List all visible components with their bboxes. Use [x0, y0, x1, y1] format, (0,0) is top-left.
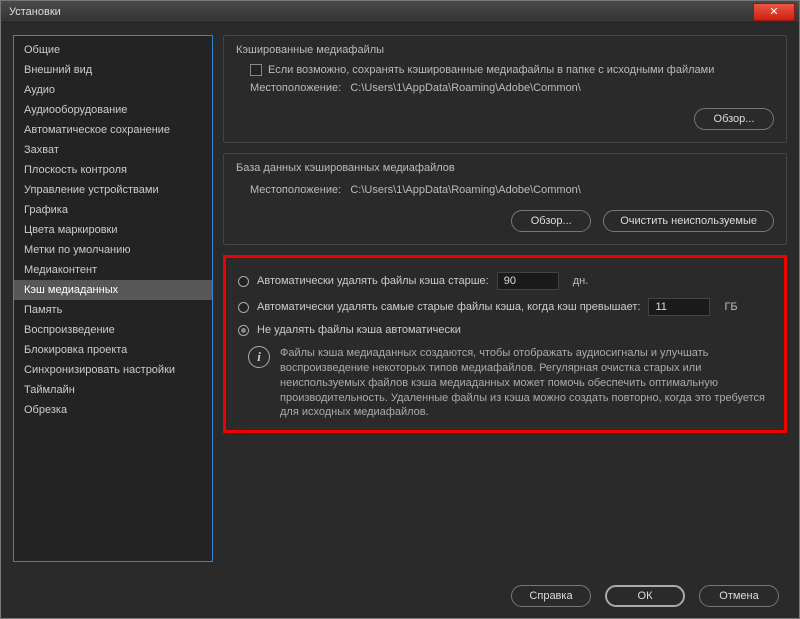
cached-browse-button[interactable]: Обзор... — [694, 108, 774, 130]
do-not-delete-label: Не удалять файлы кэша автоматически — [257, 324, 461, 336]
save-next-to-source-label: Если возможно, сохранять кэшированные ме… — [268, 64, 714, 76]
close-icon: ✕ — [769, 5, 778, 18]
titlebar: Установки ✕ — [1, 1, 799, 23]
sidebar-item[interactable]: Память — [14, 300, 212, 320]
gb-unit: ГБ — [724, 301, 744, 313]
sidebar-item[interactable]: Обрезка — [14, 400, 212, 420]
ok-button[interactable]: ОК — [605, 585, 685, 607]
sidebar-item[interactable]: Общие — [14, 40, 212, 60]
main-pane: Кэшированные медиафайлы Если возможно, с… — [223, 35, 787, 562]
preferences-window: Установки ✕ ОбщиеВнешний видАудиоАудиооб… — [0, 0, 800, 619]
db-browse-button[interactable]: Обзор... — [511, 210, 591, 232]
cache-cleanup-section: Автоматически удалять файлы кэша старше:… — [223, 255, 787, 433]
sidebar-item[interactable]: Автоматическое сохранение — [14, 120, 212, 140]
sidebar-item[interactable]: Захват — [14, 140, 212, 160]
help-button[interactable]: Справка — [511, 585, 591, 607]
delete-when-exceeds-input[interactable] — [648, 298, 710, 316]
sidebar-item[interactable]: Управление устройствами — [14, 180, 212, 200]
delete-when-exceeds-radio[interactable] — [238, 302, 249, 313]
cached-location-value: C:\Users\1\AppData\Roaming\Adobe\Common\ — [350, 82, 581, 94]
sidebar-item[interactable]: Внешний вид — [14, 60, 212, 80]
do-not-delete-radio[interactable] — [238, 325, 249, 336]
cache-db-group: База данных кэшированных медиафайлов Мес… — [223, 153, 787, 245]
save-next-to-source-checkbox[interactable] — [250, 64, 262, 76]
dialog-body: ОбщиеВнешний видАудиоАудиооборудованиеАв… — [1, 23, 799, 574]
sidebar-item[interactable]: Плоскость контроля — [14, 160, 212, 180]
db-location-label: Местоположение: — [250, 184, 341, 196]
sidebar-item[interactable]: Медиаконтент — [14, 260, 212, 280]
delete-older-than-radio[interactable] — [238, 276, 249, 287]
sidebar-item[interactable]: Таймлайн — [14, 380, 212, 400]
category-sidebar: ОбщиеВнешний видАудиоАудиооборудованиеАв… — [13, 35, 213, 562]
info-icon: i — [248, 346, 270, 368]
sidebar-item[interactable]: Графика — [14, 200, 212, 220]
close-button[interactable]: ✕ — [753, 3, 795, 21]
sidebar-item[interactable]: Воспроизведение — [14, 320, 212, 340]
cancel-button[interactable]: Отмена — [699, 585, 779, 607]
cache-db-title: База данных кэшированных медиафайлов — [236, 162, 774, 174]
window-title: Установки — [9, 6, 61, 18]
sidebar-item[interactable]: Цвета маркировки — [14, 220, 212, 240]
cached-media-title: Кэшированные медиафайлы — [236, 44, 774, 56]
sidebar-item[interactable]: Блокировка проекта — [14, 340, 212, 360]
days-unit: дн. — [573, 275, 593, 287]
cached-location-label: Местоположение: — [250, 82, 341, 94]
sidebar-item[interactable]: Аудио — [14, 80, 212, 100]
db-location-value: C:\Users\1\AppData\Roaming\Adobe\Common\ — [350, 184, 581, 196]
cached-media-group: Кэшированные медиафайлы Если возможно, с… — [223, 35, 787, 143]
sidebar-item[interactable]: Аудиооборудование — [14, 100, 212, 120]
info-text: Файлы кэша медиаданных создаются, чтобы … — [280, 346, 772, 420]
sidebar-item[interactable]: Метки по умолчанию — [14, 240, 212, 260]
dialog-footer: Справка ОК Отмена — [1, 574, 799, 618]
delete-older-than-input[interactable] — [497, 272, 559, 290]
db-clean-button[interactable]: Очистить неиспользуемые — [603, 210, 774, 232]
delete-when-exceeds-label: Автоматически удалять самые старые файлы… — [257, 301, 640, 313]
sidebar-item[interactable]: Синхронизировать настройки — [14, 360, 212, 380]
delete-older-than-label: Автоматически удалять файлы кэша старше: — [257, 275, 489, 287]
sidebar-item[interactable]: Кэш медиаданных — [14, 280, 212, 300]
